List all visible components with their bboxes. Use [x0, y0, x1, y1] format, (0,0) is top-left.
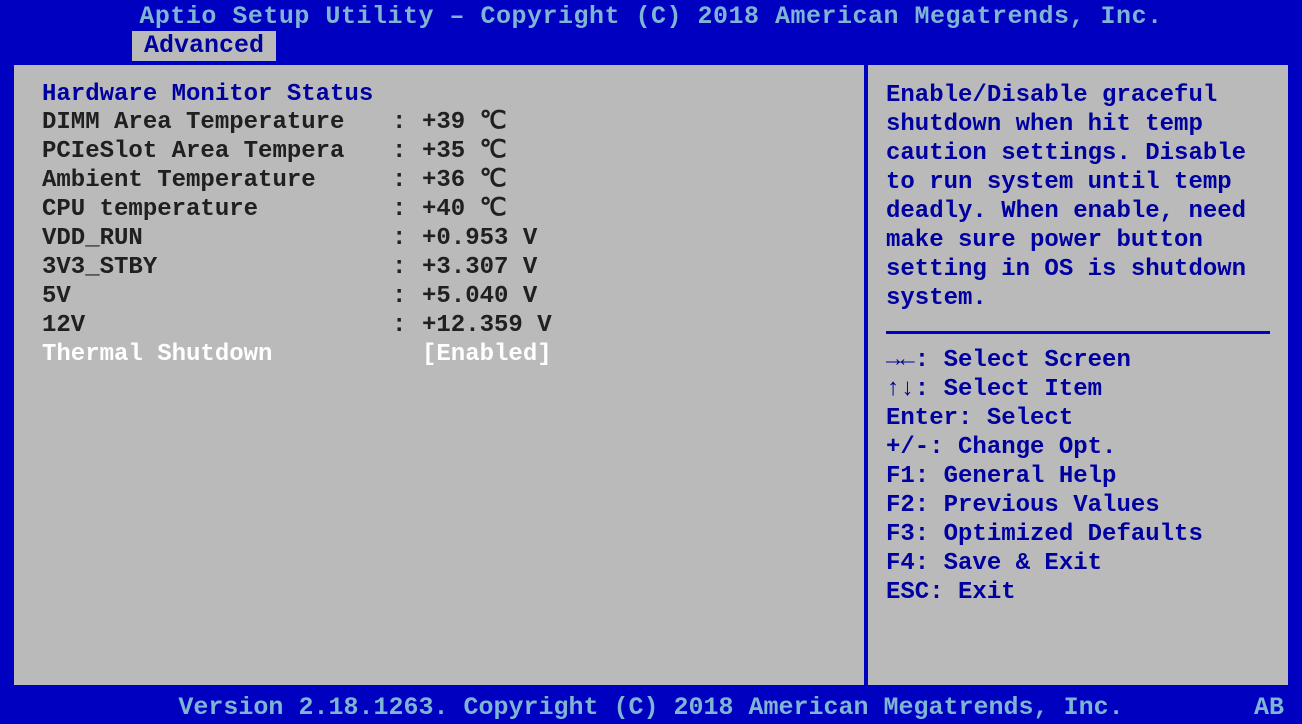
- section-title: Hardware Monitor Status: [42, 81, 840, 108]
- readout-value: +5.040 V: [422, 282, 537, 311]
- readout-value: +0.953 V: [422, 224, 537, 253]
- help-divider: [886, 331, 1270, 334]
- readout-label: PCIeSlot Area Tempera: [42, 137, 392, 166]
- readout-label: CPU temperature: [42, 195, 392, 224]
- readout-sep: :: [392, 108, 422, 137]
- footer-version: Version 2.18.1263. Copyright (C) 2018 Am…: [0, 689, 1302, 724]
- option-sep: [392, 340, 422, 369]
- readout-label: 12V: [42, 311, 392, 340]
- tab-advanced[interactable]: Advanced: [132, 31, 276, 61]
- key-hints: →←: Select Screen ↑↓: Select Item Enter:…: [886, 346, 1270, 607]
- readout-row: Ambient Temperature : +36 ℃: [42, 166, 840, 195]
- tab-strip: Advanced: [0, 31, 1302, 61]
- hint-f2: F2: Previous Values: [886, 491, 1270, 520]
- readout-label: 5V: [42, 282, 392, 311]
- title-bar: Aptio Setup Utility – Copyright (C) 2018…: [0, 0, 1302, 31]
- readout-value: +12.359 V: [422, 311, 552, 340]
- hint-change: +/-: Change Opt.: [886, 433, 1270, 462]
- readout-sep: :: [392, 224, 422, 253]
- right-pane: Enable/Disable graceful shutdown when hi…: [868, 65, 1288, 685]
- readout-value: +40 ℃: [422, 195, 507, 224]
- bios-screen: Aptio Setup Utility – Copyright (C) 2018…: [0, 0, 1302, 724]
- hint-f1: F1: General Help: [886, 462, 1270, 491]
- option-label: Thermal Shutdown: [42, 340, 392, 369]
- option-value: [Enabled]: [422, 340, 552, 369]
- main-area: Hardware Monitor Status DIMM Area Temper…: [10, 61, 1292, 689]
- readout-sep: :: [392, 137, 422, 166]
- corner-badge: AB: [1254, 693, 1284, 722]
- readout-label: VDD_RUN: [42, 224, 392, 253]
- readout-row: PCIeSlot Area Tempera : +35 ℃: [42, 137, 840, 166]
- readout-value: +36 ℃: [422, 166, 507, 195]
- help-text: Enable/Disable graceful shutdown when hi…: [886, 81, 1270, 313]
- readout-label: DIMM Area Temperature: [42, 108, 392, 137]
- hint-select-item: ↑↓: Select Item: [886, 375, 1270, 404]
- hint-enter: Enter: Select: [886, 404, 1270, 433]
- hint-f4: F4: Save & Exit: [886, 549, 1270, 578]
- readout-sep: :: [392, 253, 422, 282]
- readout-sep: :: [392, 311, 422, 340]
- readout-value: +3.307 V: [422, 253, 537, 282]
- readout-row: 3V3_STBY : +3.307 V: [42, 253, 840, 282]
- readout-row: CPU temperature : +40 ℃: [42, 195, 840, 224]
- readout-value: +35 ℃: [422, 137, 507, 166]
- thermal-shutdown-option[interactable]: Thermal Shutdown [Enabled]: [42, 340, 840, 369]
- readout-value: +39 ℃: [422, 108, 507, 137]
- readout-sep: :: [392, 166, 422, 195]
- left-pane: Hardware Monitor Status DIMM Area Temper…: [14, 65, 868, 685]
- readout-row: 5V : +5.040 V: [42, 282, 840, 311]
- readout-row: 12V : +12.359 V: [42, 311, 840, 340]
- readout-row: DIMM Area Temperature : +39 ℃: [42, 108, 840, 137]
- hint-esc: ESC: Exit: [886, 578, 1270, 607]
- hint-select-screen: →←: Select Screen: [886, 346, 1270, 375]
- readout-sep: :: [392, 195, 422, 224]
- readout-sep: :: [392, 282, 422, 311]
- hint-f3: F3: Optimized Defaults: [886, 520, 1270, 549]
- readout-row: VDD_RUN : +0.953 V: [42, 224, 840, 253]
- readout-label: 3V3_STBY: [42, 253, 392, 282]
- readout-label: Ambient Temperature: [42, 166, 392, 195]
